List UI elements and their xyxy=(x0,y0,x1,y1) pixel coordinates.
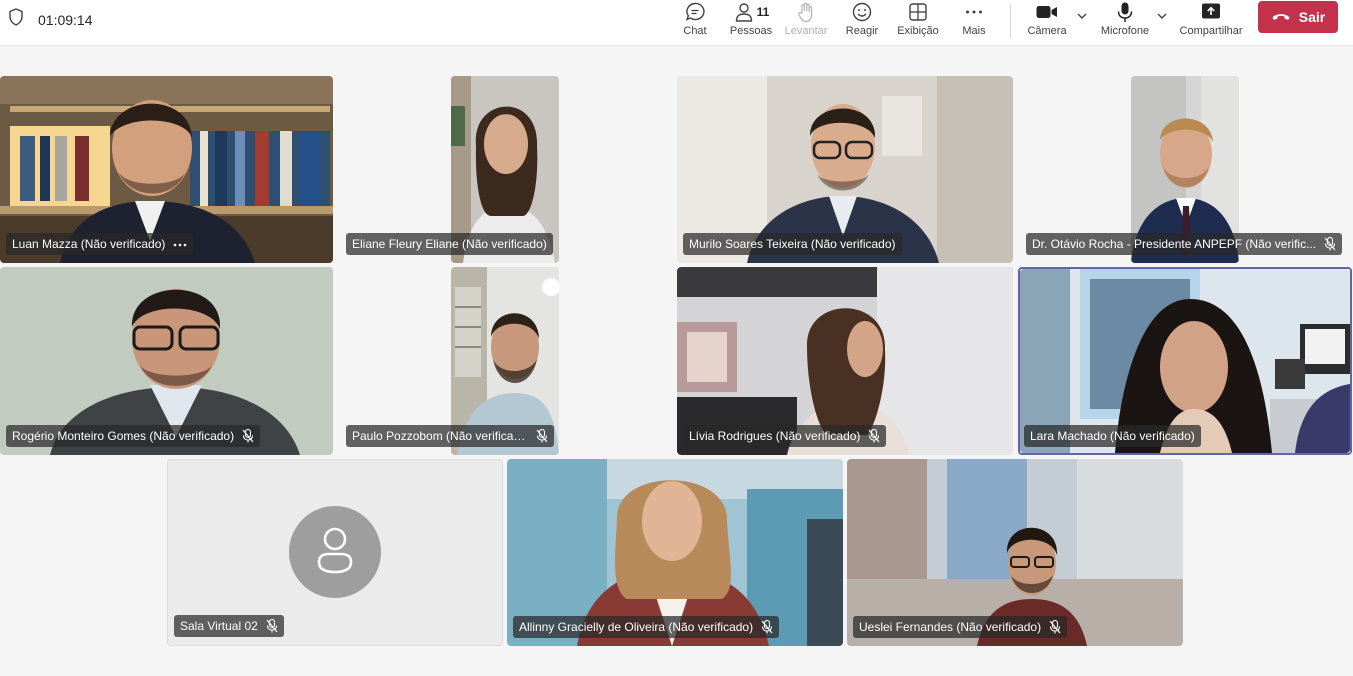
share-label: Compartilhar xyxy=(1179,25,1243,37)
share-button[interactable]: Compartilhar xyxy=(1178,0,1244,46)
more-button[interactable]: Mais xyxy=(960,0,988,46)
react-label: Reagir xyxy=(845,25,879,37)
participant-tile[interactable]: Lívia Rodrigues (Não verificado) xyxy=(677,267,1013,455)
participant-name: Allinny Gracielly de Oliveira (Não verif… xyxy=(519,620,754,634)
participant-nameplate: Paulo Pozzobom (Não verificado) xyxy=(346,425,554,447)
participant-name: Eliane Fleury Eliane (Não verificado) xyxy=(352,237,547,251)
meeting-timer: 01:09:14 xyxy=(38,11,93,28)
view-button[interactable]: Exibição xyxy=(896,0,940,46)
chat-label: Chat xyxy=(683,25,707,37)
camera-button[interactable]: Câmera xyxy=(1026,0,1068,46)
mic-off-icon xyxy=(242,429,254,443)
person-icon xyxy=(313,526,357,579)
camera-label: Câmera xyxy=(1027,25,1067,37)
participant-nameplate: Lívia Rodrigues (Não verificado) xyxy=(683,425,887,447)
mic-off-icon xyxy=(761,620,773,634)
participant-tile[interactable]: Allinny Gracielly de Oliveira (Não verif… xyxy=(507,459,843,646)
participant-tile[interactable]: Rogério Monteiro Gomes (Não verificado) xyxy=(0,267,333,455)
participant-name: Lívia Rodrigues (Não verificado) xyxy=(689,429,861,443)
participant-tile[interactable]: Dr. Otávio Rocha - Presidente ANPEPF (Nã… xyxy=(1020,76,1350,263)
participant-tile[interactable]: Luan Mazza (Não verificado) xyxy=(0,76,333,263)
participant-tile[interactable]: Ueslei Fernandes (Não verificado) xyxy=(847,459,1183,646)
people-icon-wrap: 11 xyxy=(733,0,770,24)
share-screen-icon xyxy=(1200,0,1222,24)
participant-name: Luan Mazza (Não verificado) xyxy=(12,237,166,251)
hand-icon xyxy=(795,0,817,24)
participant-nameplate: Lara Machado (Não verificado) xyxy=(1024,425,1201,447)
leave-button[interactable]: Sair xyxy=(1258,1,1338,33)
participant-nameplate: Murilo Soares Teixeira (Não verificado) xyxy=(683,233,902,255)
view-label: Exibição xyxy=(897,25,939,37)
toolbar-divider xyxy=(1010,4,1011,38)
hang-up-icon xyxy=(1271,9,1291,25)
meeting-toolbar: 01:09:14 Chat 11 Pessoas Levantar Reagir… xyxy=(0,0,1353,46)
microphone-icon xyxy=(1114,0,1136,24)
microphone-options-chevron-down-icon[interactable] xyxy=(1156,8,1168,29)
camera-options-chevron-down-icon[interactable] xyxy=(1076,8,1088,29)
participant-nameplate: Rogério Monteiro Gomes (Não verificado) xyxy=(6,425,261,447)
participant-tile-active-speaker[interactable]: Lara Machado (Não verificado) xyxy=(1018,267,1352,455)
grid-icon xyxy=(907,0,929,24)
mic-off-icon xyxy=(266,619,278,633)
people-icon xyxy=(735,3,752,22)
leave-label: Sair xyxy=(1298,9,1326,25)
avatar xyxy=(289,506,381,598)
meeting-info: 01:09:14 xyxy=(8,8,93,31)
participant-name: Dr. Otávio Rocha - Presidente ANPEPF (Nã… xyxy=(1032,237,1317,251)
mic-off-icon xyxy=(868,429,880,443)
more-label: Mais xyxy=(962,25,986,37)
participant-nameplate: Eliane Fleury Eliane (Não verificado) xyxy=(346,233,553,255)
mic-off-icon xyxy=(1049,620,1061,634)
people-count: 11 xyxy=(756,5,770,19)
participant-name: Murilo Soares Teixeira (Não verificado) xyxy=(689,237,896,251)
participant-nameplate: Luan Mazza (Não verificado) xyxy=(6,233,194,255)
participant-name: Paulo Pozzobom (Não verificado) xyxy=(352,429,528,443)
raise-hand-button[interactable]: Levantar xyxy=(784,0,828,46)
camera-icon xyxy=(1035,0,1059,24)
participant-nameplate: Ueslei Fernandes (Não verificado) xyxy=(853,616,1068,638)
shield-icon xyxy=(8,8,24,31)
people-button[interactable]: 11 Pessoas xyxy=(728,0,774,46)
participant-tile[interactable]: Murilo Soares Teixeira (Não verificado) xyxy=(677,76,1013,263)
more-dots-icon xyxy=(963,0,985,24)
microphone-label: Microfone xyxy=(1100,25,1150,37)
smiley-icon xyxy=(851,0,873,24)
participant-nameplate: Sala Virtual 02 xyxy=(174,615,284,637)
microphone-button[interactable]: Microfone xyxy=(1098,0,1152,46)
react-button[interactable]: Reagir xyxy=(845,0,879,46)
people-label: Pessoas xyxy=(729,25,773,37)
participant-name: Lara Machado (Não verificado) xyxy=(1030,429,1195,443)
chat-icon xyxy=(684,0,706,24)
more-options-icon[interactable] xyxy=(173,237,187,251)
participant-name: Ueslei Fernandes (Não verificado) xyxy=(859,620,1042,634)
mic-off-icon xyxy=(536,429,548,443)
participant-tile[interactable]: Eliane Fleury Eliane (Não verificado) xyxy=(340,76,560,263)
raise-hand-label: Levantar xyxy=(784,25,828,37)
participant-name: Sala Virtual 02 xyxy=(180,619,258,633)
participant-tile[interactable]: Sala Virtual 02 xyxy=(167,459,503,646)
participant-tile[interactable]: Paulo Pozzobom (Não verificado) xyxy=(340,267,560,455)
participant-nameplate: Dr. Otávio Rocha - Presidente ANPEPF (Nã… xyxy=(1026,233,1343,255)
participant-name: Rogério Monteiro Gomes (Não verificado) xyxy=(12,429,235,443)
chat-button[interactable]: Chat xyxy=(680,0,710,46)
participant-nameplate: Allinny Gracielly de Oliveira (Não verif… xyxy=(513,616,780,638)
mic-off-icon xyxy=(1324,237,1336,251)
